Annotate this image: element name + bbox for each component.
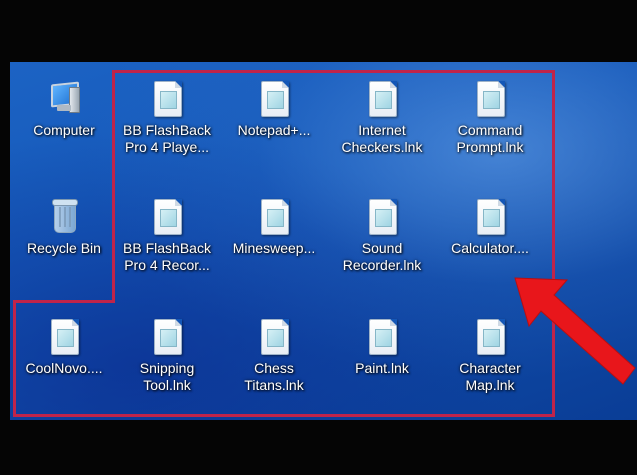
desktop-icon-label: Calculator.... <box>451 240 529 256</box>
shortcut-file-icon <box>473 80 507 118</box>
selection-outline-step <box>13 300 115 303</box>
desktop-icon-label: BB FlashBack Pro 4 Recor... <box>123 240 211 273</box>
shortcut-file-icon <box>365 80 399 118</box>
desktop-icon-label: Recycle Bin <box>27 240 101 256</box>
recycle-bin-icon <box>47 198 81 236</box>
desktop-icon-label: BB FlashBack Pro 4 Playe... <box>123 122 211 155</box>
desktop-icon-label: Computer <box>33 122 95 138</box>
shortcut-file-icon <box>150 198 184 236</box>
desktop-icon-chess-titans[interactable]: Chess Titans.lnk <box>224 318 324 394</box>
bottom-letterbox <box>0 420 637 475</box>
desktop-icon-minesweeper[interactable]: Minesweep... <box>224 198 324 257</box>
desktop-icon-command-prompt[interactable]: Command Prompt.lnk <box>440 80 540 156</box>
left-letterbox <box>0 62 10 420</box>
shortcut-file-icon <box>150 80 184 118</box>
arrow-icon <box>514 277 636 385</box>
selection-outline-top <box>112 70 555 73</box>
desktop-icon-coolnovo[interactable]: CoolNovo.... <box>14 318 114 377</box>
desktop-icon-bb-flashback-player[interactable]: BB FlashBack Pro 4 Playe... <box>117 80 217 156</box>
desktop-icon-internet-checkers[interactable]: Internet Checkers.lnk <box>332 80 432 156</box>
shortcut-file-icon <box>47 318 81 356</box>
desktop-icon-recycle-bin[interactable]: Recycle Bin <box>14 198 114 257</box>
shortcut-file-icon <box>365 198 399 236</box>
desktop-icon-label: Notepad+... <box>237 122 311 138</box>
shortcut-file-icon <box>257 198 291 236</box>
screen: Computer Recycle Bin BB FlashBack Pro 4 … <box>0 0 637 475</box>
top-letterbox <box>0 0 637 62</box>
shortcut-file-icon <box>150 318 184 356</box>
shortcut-file-icon <box>473 318 507 356</box>
desktop-icon-sound-recorder[interactable]: Sound Recorder.lnk <box>332 198 432 274</box>
desktop-icon-label: Chess Titans.lnk <box>244 360 304 393</box>
desktop-icon-label: Snipping Tool.lnk <box>139 360 195 393</box>
shortcut-file-icon <box>257 318 291 356</box>
desktop-icon-label: Command Prompt.lnk <box>456 122 524 155</box>
desktop-icon-label: Sound Recorder.lnk <box>342 240 422 273</box>
desktop-icon-snipping-tool[interactable]: Snipping Tool.lnk <box>117 318 217 394</box>
shortcut-file-icon <box>257 80 291 118</box>
desktop-icon-computer[interactable]: Computer <box>14 80 114 139</box>
desktop-icon-label: Internet Checkers.lnk <box>341 122 423 155</box>
selection-outline-bottom <box>13 414 555 417</box>
desktop-icon-label: Paint.lnk <box>355 360 409 376</box>
desktop-icon-label: CoolNovo.... <box>25 360 103 376</box>
desktop-icon-label: Minesweep... <box>232 240 316 256</box>
red-arrow-annotation <box>514 277 636 385</box>
shortcut-file-icon <box>365 318 399 356</box>
computer-icon <box>47 80 81 118</box>
desktop-icon-notepad-plus[interactable]: Notepad+... <box>224 80 324 139</box>
desktop-icon-bb-flashback-recorder[interactable]: BB FlashBack Pro 4 Recor... <box>117 198 217 274</box>
shortcut-file-icon <box>473 198 507 236</box>
desktop-icon-calculator[interactable]: Calculator.... <box>440 198 540 257</box>
desktop-icon-paint[interactable]: Paint.lnk <box>332 318 432 377</box>
